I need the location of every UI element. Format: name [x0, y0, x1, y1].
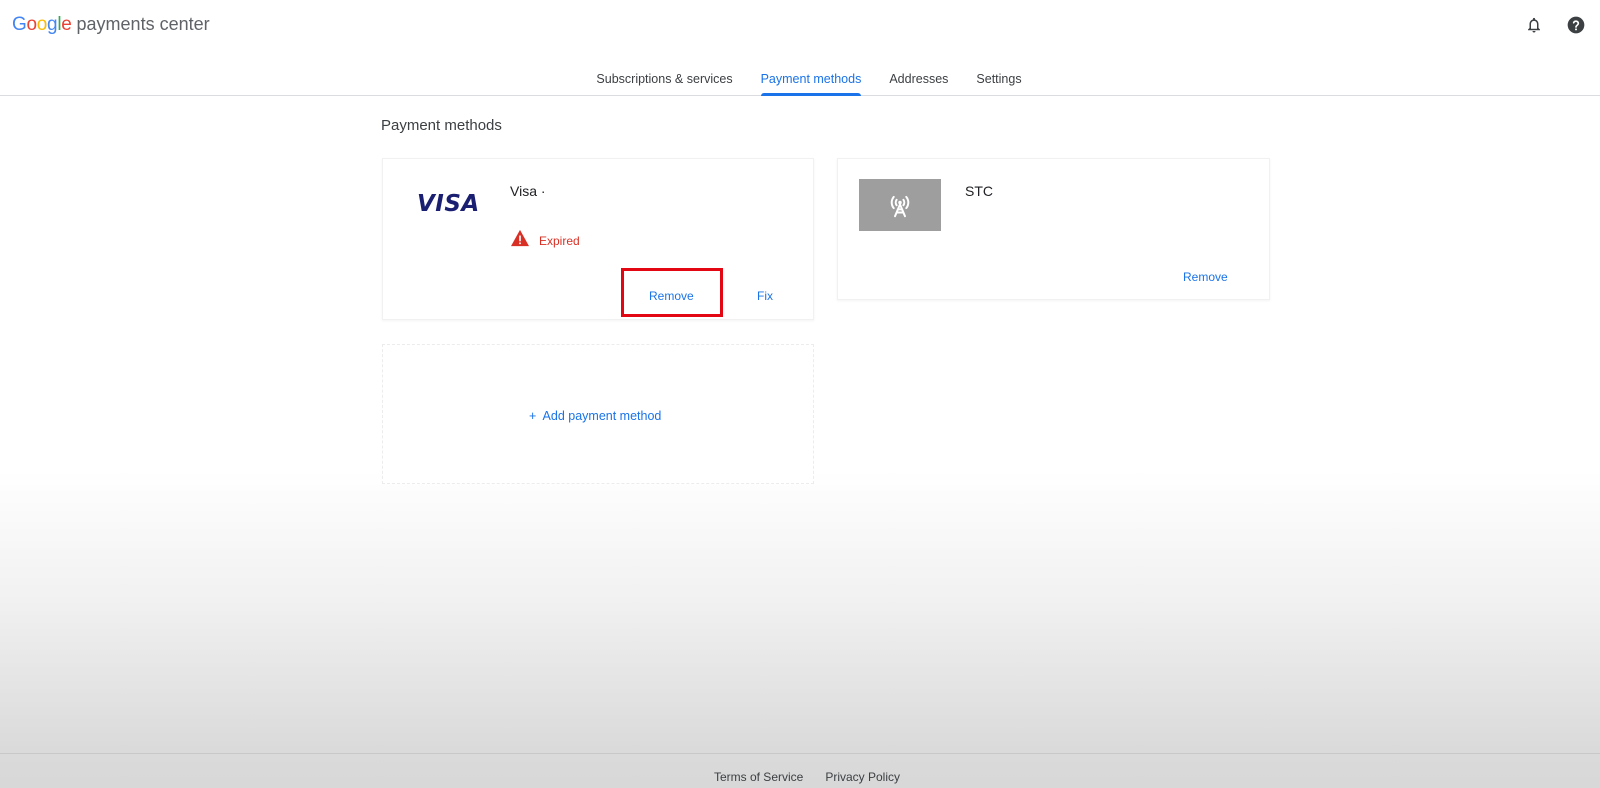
google-wordmark: Google — [12, 14, 72, 36]
logo-letter: G — [12, 14, 27, 35]
add-payment-method-button[interactable]: + Add payment method — [529, 409, 661, 423]
tab-addresses[interactable]: Addresses — [889, 62, 948, 95]
antenna-tower-icon — [859, 179, 941, 231]
logo-letter: g — [47, 14, 58, 35]
payment-method-name: STC — [965, 183, 993, 199]
google-payments-logo[interactable]: Google payments center — [12, 14, 210, 40]
payment-method-name: Visa · — [510, 183, 546, 199]
nav-tabs: Subscriptions & services Payment methods… — [0, 62, 1600, 96]
tab-payment-methods[interactable]: Payment methods — [760, 62, 861, 96]
fix-visa-button[interactable]: Fix — [757, 289, 773, 303]
add-payment-card[interactable]: + Add payment method — [382, 344, 814, 484]
terms-link[interactable]: Terms of Service — [714, 770, 803, 788]
help-icon[interactable] — [1566, 15, 1586, 35]
app-header: Google payments center — [0, 0, 1600, 52]
product-name: payments center — [76, 14, 210, 34]
logo-letter: e — [61, 14, 72, 35]
visa-logo: VISA — [417, 191, 480, 217]
logo-letter: o — [36, 14, 48, 35]
bell-icon[interactable] — [1524, 15, 1544, 35]
highlight-annotation — [621, 268, 723, 317]
header-actions — [1524, 15, 1586, 35]
status-row: Expired — [510, 229, 580, 252]
privacy-link[interactable]: Privacy Policy — [825, 770, 900, 788]
page-title: Payment methods — [381, 117, 502, 134]
logo-letter: o — [26, 14, 37, 35]
stc-card: STC Remove — [837, 158, 1270, 300]
warning-icon — [510, 229, 530, 252]
tab-settings[interactable]: Settings — [976, 62, 1021, 95]
footer: Terms of Service Privacy Policy — [0, 753, 1600, 788]
tab-subscriptions[interactable]: Subscriptions & services — [596, 62, 732, 95]
tabs-row: Subscriptions & services Payment methods… — [578, 62, 1022, 96]
status-badge: Expired — [539, 233, 580, 248]
remove-stc-button[interactable]: Remove — [1183, 270, 1228, 284]
visa-card: VISA Visa · Expired Remove Fix — [382, 158, 814, 320]
